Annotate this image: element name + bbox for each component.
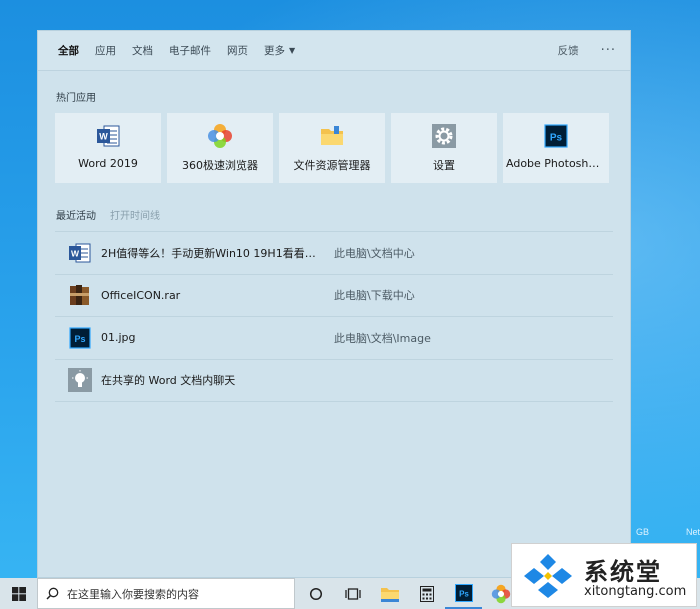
photoshop-icon: Ps (67, 325, 93, 351)
lightbulb-icon (67, 367, 93, 393)
task-view-icon (344, 587, 361, 600)
folder-icon (319, 123, 345, 149)
recent-item-name: OfficeICON.rar (101, 288, 181, 302)
open-timeline-link[interactable]: 打开时间线 (110, 207, 160, 222)
folder-icon (380, 587, 399, 602)
gear-icon (431, 123, 457, 149)
recent-item-path: 此电脑\文档中心 (334, 246, 415, 260)
caret-down-icon: ▼ (289, 46, 296, 55)
desktop-net-label: Net (686, 527, 700, 537)
calculator-icon (419, 585, 434, 602)
search-tabs: 全部 应用 文档 电子邮件 网页 更多 ▼ 反馈 ··· (38, 31, 630, 71)
watermark-title: 系统堂 (584, 557, 662, 586)
windows-logo-icon (11, 586, 26, 601)
app-label: 设置 (433, 159, 455, 172)
taskbar-calculator[interactable] (408, 578, 445, 609)
app-label: Adobe Photoshop CC 2019 (506, 157, 606, 170)
browser-360-icon (207, 123, 233, 149)
word-icon: W (95, 123, 121, 149)
search-icon (46, 587, 59, 600)
start-button[interactable] (0, 578, 37, 609)
svg-text:W: W (99, 132, 108, 142)
list-item[interactable]: Ps 01.jpg 此电脑\文档\Image (55, 317, 613, 360)
app-tile-file-explorer[interactable]: 文件资源管理器 (279, 113, 385, 183)
tab-apps[interactable]: 应用 (87, 31, 124, 71)
hot-apps-list: W Word 2019 360极速浏览器 文件资源管理器 设置 Ps Adobe… (55, 113, 609, 183)
app-label: Word 2019 (78, 157, 138, 170)
recent-item-path: 此电脑\文档\Image (334, 331, 431, 345)
recent-item-name: 01.jpg (101, 331, 136, 345)
tab-more-label: 更多 (264, 45, 285, 57)
recent-item-name: 2H值得等么！手动更新Win10 19H1看看都有什么变化 (101, 246, 326, 260)
app-tile-settings[interactable]: 设置 (391, 113, 497, 183)
app-label: 文件资源管理器 (293, 159, 371, 172)
search-panel: 全部 应用 文档 电子邮件 网页 更多 ▼ 反馈 ··· 热门应用 W Word… (37, 30, 631, 578)
more-options-icon[interactable]: ··· (601, 43, 616, 58)
recent-list: W 2H值得等么！手动更新Win10 19H1看看都有什么变化 此电脑\文档中心… (55, 231, 613, 402)
app-tile-360-browser[interactable]: 360极速浏览器 (167, 113, 273, 183)
recent-item-name: 在共享的 Word 文档内聊天 (101, 374, 236, 388)
search-placeholder: 在这里输入你要搜索的内容 (67, 587, 199, 601)
recent-item-path: 此电脑\下载中心 (334, 289, 415, 303)
hot-apps-title: 热门应用 (56, 93, 96, 104)
watermark-url: xitongtang.com (584, 584, 687, 599)
word-icon: W (67, 240, 93, 266)
tab-all[interactable]: 全部 (50, 31, 87, 71)
app-tile-photoshop[interactable]: Ps Adobe Photoshop CC 2019 (503, 113, 609, 183)
svg-text:Ps: Ps (74, 334, 85, 344)
task-view-button[interactable] (334, 578, 371, 609)
recent-header: 最近活动 打开时间线 (56, 207, 160, 222)
cortana-button[interactable] (297, 578, 334, 609)
photoshop-icon: Ps (454, 583, 473, 602)
app-tile-word[interactable]: W Word 2019 (55, 113, 161, 183)
svg-text:W: W (71, 248, 80, 258)
taskbar-photoshop[interactable]: Ps (445, 578, 482, 609)
watermark-logo: 系统堂 xitongtang.com (511, 543, 697, 607)
cortana-icon (309, 587, 322, 600)
taskbar-file-explorer[interactable] (371, 578, 408, 609)
tab-web[interactable]: 网页 (219, 31, 256, 71)
tab-email[interactable]: 电子邮件 (161, 31, 219, 71)
list-item[interactable]: 在共享的 Word 文档内聊天 (55, 360, 613, 402)
tab-more[interactable]: 更多 ▼ (256, 31, 303, 71)
svg-text:Ps: Ps (459, 589, 469, 598)
list-item[interactable]: W 2H值得等么！手动更新Win10 19H1看看都有什么变化 此电脑\文档中心 (55, 232, 613, 275)
svg-text:Ps: Ps (550, 133, 563, 144)
desktop-gb-label: GB (636, 527, 650, 537)
archive-icon (67, 282, 93, 308)
photoshop-icon: Ps (543, 123, 569, 149)
feedback-button[interactable]: 反馈 (558, 43, 579, 58)
recent-title: 最近活动 (56, 211, 96, 222)
taskbar-search-input[interactable]: 在这里输入你要搜索的内容 (37, 578, 295, 609)
app-label: 360极速浏览器 (182, 159, 258, 172)
browser-360-icon (491, 584, 510, 603)
tab-documents[interactable]: 文档 (124, 31, 161, 71)
list-item[interactable]: OfficeICON.rar 此电脑\下载中心 (55, 275, 613, 317)
watermark-diamond-icon (518, 550, 578, 602)
